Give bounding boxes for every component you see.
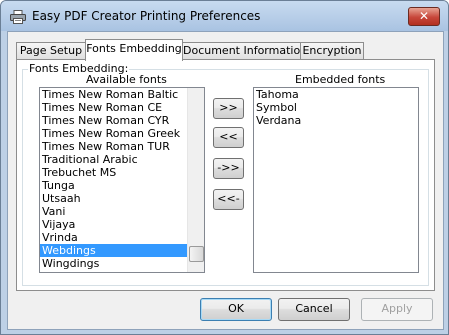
embedded-fonts-items: Tahoma Symbol Verdana (254, 88, 418, 127)
printer-icon (10, 10, 26, 24)
close-icon: ✕ (418, 9, 430, 23)
list-item[interactable]: Tahoma (254, 88, 418, 101)
remove-font-button[interactable]: << (213, 127, 244, 148)
tab-fonts-embedding[interactable]: Fonts Embedding (85, 39, 183, 61)
list-item[interactable]: Wingdings (40, 257, 204, 270)
list-item[interactable]: Times New Roman Baltic (40, 88, 204, 101)
list-item[interactable]: Times New Roman TUR (40, 140, 204, 153)
available-fonts-scrollbar[interactable] (187, 88, 204, 272)
add-all-fonts-button[interactable]: ->> (213, 158, 244, 179)
ok-button[interactable]: OK (200, 298, 272, 321)
list-item[interactable]: Times New Roman CE (40, 101, 204, 114)
fonts-embedding-group: Fonts Embedding: Available fonts Embedde… (22, 62, 429, 286)
list-item[interactable]: Symbol (254, 101, 418, 114)
available-fonts-list[interactable]: Times New Roman Baltic Times New Roman CE… (39, 87, 205, 273)
embedded-fonts-list[interactable]: Tahoma Symbol Verdana (253, 87, 419, 273)
list-item[interactable]: Times New Roman Greek (40, 127, 204, 140)
list-item[interactable]: Trebuchet MS (40, 166, 204, 179)
title-bar[interactable]: Easy PDF Creator Printing Preferences ✕ (1, 1, 448, 31)
tab-page-setup[interactable]: Page Setup (16, 42, 86, 60)
fonts-embedding-panel: Fonts Embedding: Available fonts Embedde… (16, 59, 435, 291)
list-item[interactable]: Utsaah (40, 192, 204, 205)
list-item[interactable]: Tunga (40, 179, 204, 192)
dialog-body: Page Setup Fonts Embedding Document Info… (7, 31, 444, 330)
list-item[interactable]: Vrinda (40, 231, 204, 244)
list-item[interactable]: Vani (40, 205, 204, 218)
list-item[interactable]: Times New Roman CYR (40, 114, 204, 127)
list-item[interactable]: Verdana (254, 114, 418, 127)
embedded-fonts-label: Embedded fonts (295, 73, 386, 86)
scrollbar-thumb[interactable] (189, 246, 204, 262)
list-item[interactable]: Traditional Arabic (40, 153, 204, 166)
dialog-window: Easy PDF Creator Printing Preferences ✕ … (0, 0, 449, 335)
available-fonts-items: Times New Roman Baltic Times New Roman CE… (40, 88, 204, 270)
apply-button: Apply (361, 298, 433, 321)
tab-document-information[interactable]: Document Information (182, 42, 307, 60)
tab-encryption[interactable]: Encryption (300, 42, 364, 60)
close-button[interactable]: ✕ (408, 7, 440, 26)
available-fonts-label: Available fonts (86, 73, 167, 86)
list-item[interactable]: Webdings (40, 244, 204, 257)
remove-all-fonts-button[interactable]: <<- (213, 189, 244, 210)
window-title: Easy PDF Creator Printing Preferences (32, 9, 261, 23)
add-font-button[interactable]: >> (213, 98, 244, 119)
list-item[interactable]: Vijaya (40, 218, 204, 231)
cancel-button[interactable]: Cancel (278, 298, 350, 321)
